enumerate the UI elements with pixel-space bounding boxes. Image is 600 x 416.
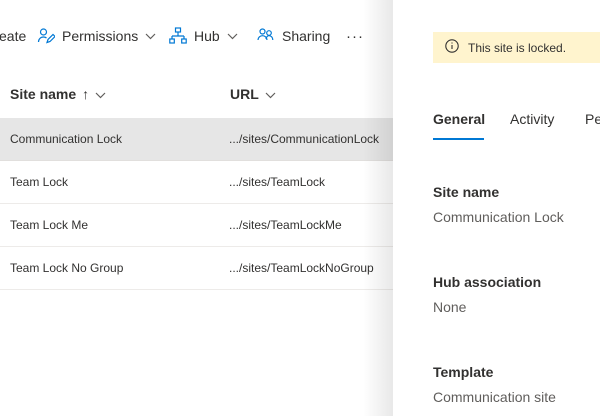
hub-icon (169, 27, 187, 45)
permissions-button[interactable]: Permissions (37, 26, 156, 46)
chevron-down-icon (227, 33, 238, 40)
column-header-url[interactable]: URL (230, 86, 276, 102)
site-name-label: Site name (433, 184, 500, 200)
permissions-icon (37, 27, 55, 45)
site-details-panel: This site is locked. General Activity Pe… (393, 0, 600, 416)
locked-message-text: This site is locked. (468, 40, 567, 55)
tab-permissions[interactable]: Pe (585, 111, 600, 127)
site-url-cell: .../sites/TeamLockNoGroup (229, 261, 374, 275)
site-name-cell: Team Lock (10, 175, 69, 189)
chevron-down-icon (95, 86, 106, 102)
sharing-icon (257, 27, 275, 45)
site-url-cell: .../sites/TeamLockMe (229, 218, 342, 232)
hub-button[interactable]: Hub (169, 26, 238, 46)
active-tab-indicator (433, 138, 484, 140)
hub-association-label: Hub association (433, 274, 542, 290)
create-button[interactable]: eate (0, 26, 26, 46)
sort-ascending-icon: ↑ (82, 86, 90, 102)
table-row[interactable]: Team Lock .../sites/TeamLock (0, 161, 393, 204)
create-label: eate (0, 28, 27, 44)
hub-label: Hub (194, 28, 220, 44)
locked-message-bar: This site is locked. (433, 32, 600, 63)
template-label: Template (433, 364, 494, 380)
chevron-down-icon (145, 33, 156, 40)
site-name-cell: Team Lock No Group (10, 261, 124, 275)
site-name-cell: Communication Lock (10, 132, 123, 146)
sharing-label: Sharing (282, 28, 331, 44)
tab-general[interactable]: General (433, 111, 485, 127)
column-header-site-name[interactable]: Site name ↑ (10, 86, 106, 102)
site-url-cell: .../sites/CommunicationLock (229, 132, 380, 146)
details-tabs: General Activity Pe (433, 108, 600, 142)
hub-association-value: None (433, 299, 467, 315)
site-name-value: Communication Lock (433, 209, 564, 225)
site-list-pane: eate Permissions Hub Sharing ··· Site na… (0, 0, 393, 416)
info-icon (433, 39, 459, 56)
tab-activity[interactable]: Activity (510, 111, 554, 127)
more-options-button[interactable]: ··· (346, 26, 364, 46)
panel-shadow (363, 0, 393, 416)
site-name-cell: Team Lock Me (10, 218, 89, 232)
sharing-button[interactable]: Sharing (257, 26, 330, 46)
permissions-label: Permissions (62, 28, 139, 44)
table-row[interactable]: Communication Lock .../sites/Communicati… (0, 118, 393, 161)
template-value: Communication site (433, 389, 556, 405)
site-url-cell: .../sites/TeamLock (229, 175, 326, 189)
table-row[interactable]: Team Lock No Group .../sites/TeamLockNoG… (0, 247, 393, 290)
command-bar: eate Permissions Hub Sharing ··· (0, 14, 393, 56)
column-header-label: URL (230, 86, 259, 102)
table-row[interactable]: Team Lock Me .../sites/TeamLockMe (0, 204, 393, 247)
more-icon: ··· (346, 27, 364, 45)
chevron-down-icon (265, 86, 276, 102)
table-header: Site name ↑ URL (0, 76, 393, 116)
column-header-label: Site name (10, 86, 77, 102)
